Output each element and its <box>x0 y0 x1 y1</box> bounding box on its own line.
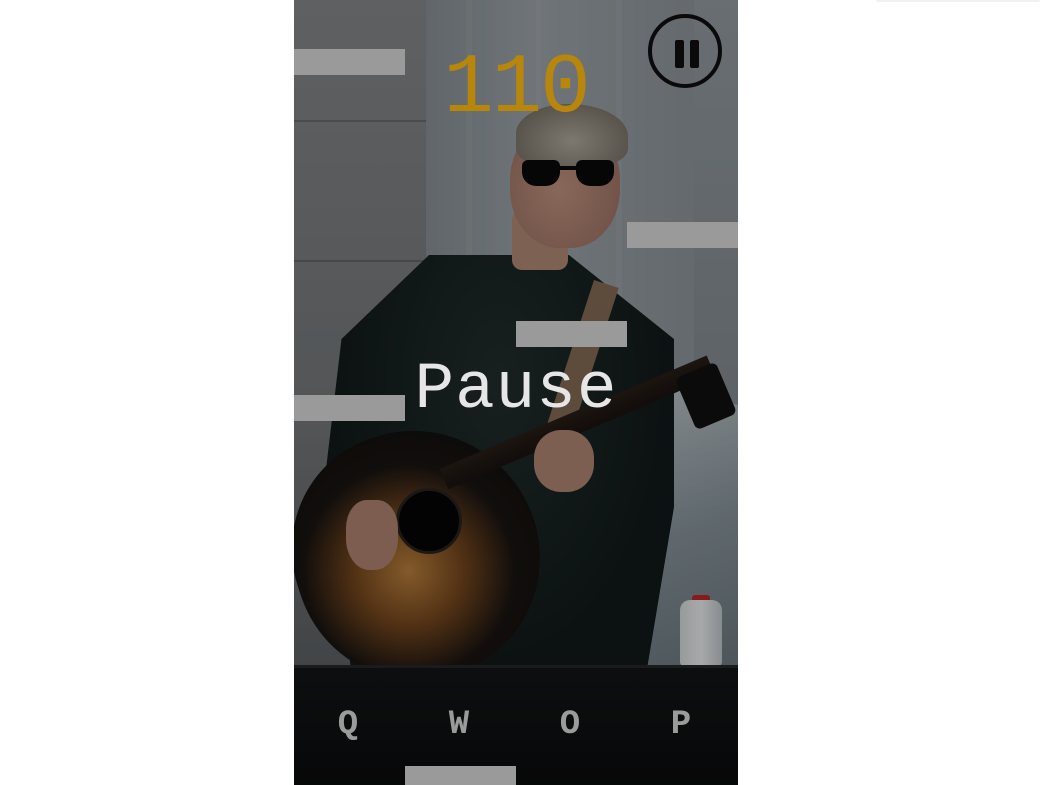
pause-button[interactable] <box>648 14 722 88</box>
corner-sliver <box>876 0 1040 2</box>
key-o[interactable]: O <box>540 700 600 750</box>
game-area[interactable]: 110 Pause Q W O P <box>294 0 738 785</box>
key-p[interactable]: P <box>651 700 711 750</box>
tile-lane-2[interactable] <box>405 766 516 785</box>
key-q[interactable]: Q <box>318 700 378 750</box>
tile-lane-3[interactable] <box>516 321 627 347</box>
pause-label: Pause <box>414 352 618 427</box>
key-w[interactable]: W <box>429 700 489 750</box>
tile-lane-4[interactable] <box>627 222 738 248</box>
